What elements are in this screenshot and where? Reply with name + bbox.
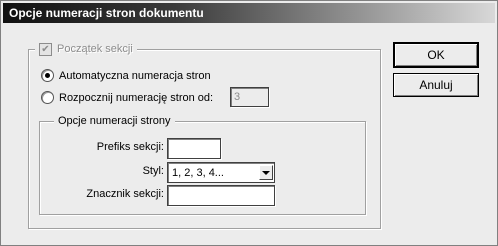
auto-numbering-radio[interactable] — [41, 69, 54, 82]
prefix-label: Prefiks sekcji: — [96, 141, 164, 153]
prefix-input[interactable] — [167, 138, 221, 159]
auto-numbering-label: Automatyczna numeracja stron — [59, 69, 211, 82]
section-start-checkbox-row[interactable]: ✔ Początek sekcji — [35, 41, 137, 57]
cancel-button[interactable]: Anuluj — [393, 73, 479, 97]
marker-label: Znacznik sekcji: — [86, 188, 164, 200]
style-select[interactable]: 1, 2, 3, 4... — [167, 162, 275, 183]
start-numbering-option[interactable]: Rozpocznij numerację stron od: — [41, 91, 213, 104]
marker-input[interactable] — [167, 185, 275, 206]
start-page-field[interactable]: 3 — [230, 87, 269, 107]
start-numbering-radio[interactable] — [41, 91, 54, 104]
chevron-down-icon[interactable] — [259, 165, 273, 180]
window-title: Opcje numeracji stron dokumentu — [9, 6, 204, 20]
page-options-legend: Opcje numeracji strony — [54, 113, 175, 129]
style-selected-value: 1, 2, 3, 4... — [172, 166, 224, 179]
page-options-legend-label: Opcje numeracji strony — [58, 115, 171, 127]
auto-numbering-option[interactable]: Automatyczna numeracja stron — [41, 69, 211, 82]
ok-button[interactable]: OK — [393, 42, 479, 68]
start-numbering-label: Rozpocznij numerację stron od: — [59, 91, 214, 104]
style-label: Styl: — [142, 165, 164, 177]
title-bar: Opcje numeracji stron dokumentu — [3, 3, 495, 23]
page-numbering-dialog: Opcje numeracji stron dokumentu ✔ Począt… — [0, 0, 498, 246]
section-start-label: Początek sekcji — [57, 43, 133, 55]
section-start-checkbox[interactable]: ✔ — [39, 42, 52, 56]
